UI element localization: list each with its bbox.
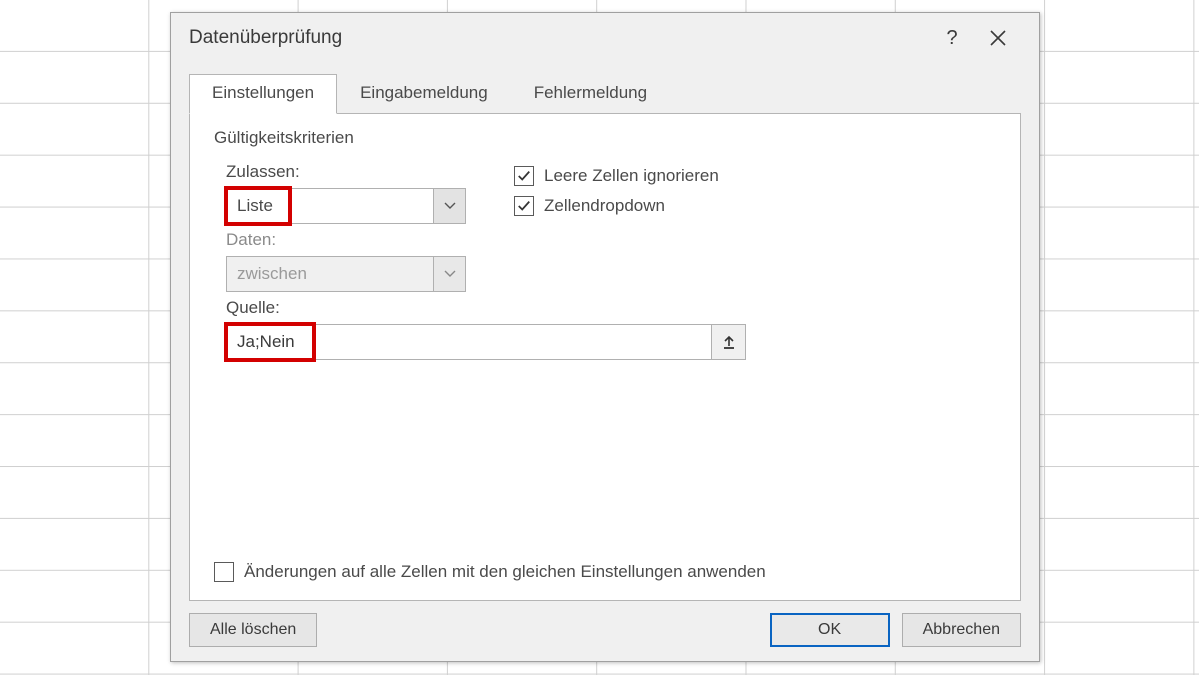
chevron-down-icon (444, 202, 456, 210)
cancel-button[interactable]: Abbrechen (902, 613, 1021, 647)
in-cell-dropdown-label: Zellendropdown (544, 196, 665, 216)
apply-all-checkbox[interactable] (214, 562, 234, 582)
data-validation-dialog: Datenüberprüfung ? Einstellungen Eingabe… (170, 12, 1040, 662)
data-combo-button (433, 257, 465, 291)
tab-strip: Einstellungen Eingabemeldung Fehlermeldu… (189, 73, 1021, 113)
apply-all-label: Änderungen auf alle Zellen mit den gleic… (244, 562, 766, 582)
criteria-left-col: Zulassen: Liste Daten: zwischen (214, 156, 494, 292)
allow-label: Zulassen: (226, 162, 494, 182)
dialog-titlebar: Datenüberprüfung ? (171, 13, 1039, 63)
allow-label-text: Zulassen: (226, 162, 300, 181)
checkmark-icon (517, 169, 531, 183)
tab-settings[interactable]: Einstellungen (189, 74, 337, 114)
criteria-checks: Leere Zellen ignorieren Zellendropdown (514, 160, 719, 226)
section-heading: Gültigkeitskriterien (214, 128, 996, 148)
in-cell-dropdown-checkbox[interactable] (514, 196, 534, 216)
source-label: Quelle: (226, 298, 996, 318)
source-input[interactable] (227, 325, 711, 359)
data-combo: zwischen (226, 256, 466, 292)
source-label-text: Quelle: (226, 298, 280, 317)
dialog-body: Einstellungen Eingabemeldung Fehlermeldu… (171, 63, 1039, 601)
close-button[interactable] (975, 18, 1021, 58)
help-button[interactable]: ? (929, 18, 975, 58)
ignore-blank-row[interactable]: Leere Zellen ignorieren (514, 166, 719, 186)
tab-input-message[interactable]: Eingabemeldung (337, 74, 511, 114)
allow-combo[interactable]: Liste (226, 188, 466, 224)
in-cell-dropdown-row[interactable]: Zellendropdown (514, 196, 719, 216)
criteria-row: Zulassen: Liste Daten: zwischen (214, 156, 996, 292)
allow-combo-button[interactable] (433, 189, 465, 223)
allow-combo-value: Liste (227, 189, 433, 223)
ignore-blank-label: Leere Zellen ignorieren (544, 166, 719, 186)
ignore-blank-checkbox[interactable] (514, 166, 534, 186)
data-label: Daten: (226, 230, 494, 250)
data-label-text: Daten: (226, 230, 276, 249)
source-wrap: Quelle: (214, 298, 996, 360)
ok-button[interactable]: OK (770, 613, 890, 647)
range-selector-icon (721, 334, 737, 350)
clear-all-button[interactable]: Alle löschen (189, 613, 317, 647)
dialog-footer: Alle löschen OK Abbrechen (171, 601, 1039, 661)
chevron-down-icon (444, 270, 456, 278)
range-picker-button[interactable] (711, 325, 745, 359)
tab-error-alert[interactable]: Fehlermeldung (511, 74, 670, 114)
data-combo-value: zwischen (227, 257, 433, 291)
apply-all-row[interactable]: Änderungen auf alle Zellen mit den gleic… (214, 562, 766, 582)
dialog-title: Datenüberprüfung (189, 27, 929, 49)
close-icon (989, 29, 1007, 47)
source-row (226, 324, 746, 360)
tab-panel-settings: Gültigkeitskriterien Zulassen: Liste (189, 113, 1021, 601)
checkmark-icon (517, 199, 531, 213)
